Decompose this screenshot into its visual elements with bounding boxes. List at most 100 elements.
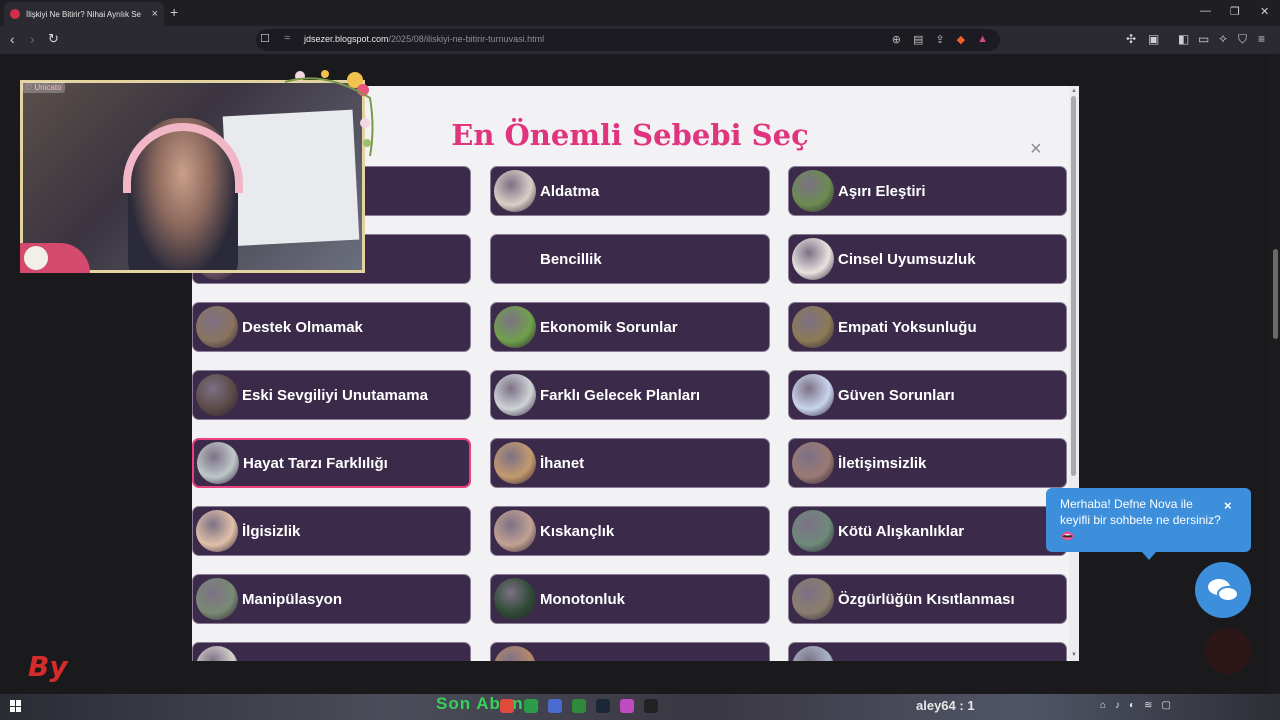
browser-toolbar: ‹ › ↻ ☐ ≈ jdsezer.blogspot.com/2025/08/i… <box>0 26 1280 54</box>
option-image <box>792 646 834 661</box>
option-image <box>494 238 536 280</box>
option-image <box>792 238 834 280</box>
page-scrollbar-thumb[interactable] <box>1273 249 1278 339</box>
option-button[interactable]: Aldatma <box>490 166 770 216</box>
option-image <box>792 510 834 552</box>
option-button[interactable]: Güven Sorunları <box>788 370 1067 420</box>
restore-icon[interactable]: ❐ <box>1230 5 1240 18</box>
obs-app-icon[interactable] <box>644 699 658 713</box>
sidebar-icon[interactable]: ◧ <box>1178 32 1189 46</box>
tray-network-icon[interactable]: ⌂ <box>1100 700 1106 711</box>
rewards-icon[interactable]: ▲ <box>977 33 988 46</box>
option-button[interactable]: Eski Sevgiliyi Unutamama <box>192 370 471 420</box>
extensions-icon[interactable]: ✣ <box>1126 32 1136 46</box>
option-button[interactable]: İlgisizlik <box>192 506 471 556</box>
option-image <box>792 578 834 620</box>
vpn-icon[interactable]: ⛉ <box>1238 32 1247 47</box>
option-button[interactable]: Kötü Alışkanlıklar <box>788 506 1067 556</box>
taskbar-apps <box>500 699 658 713</box>
tray-wifi-icon[interactable]: ≋ <box>1144 700 1152 711</box>
discord-app-icon[interactable] <box>548 699 562 713</box>
option-button[interactable]: Manipülasyon <box>192 574 471 624</box>
option-button[interactable]: Hayat Tarzı Farklılığı <box>192 438 471 488</box>
tray-speaker-icon[interactable]: ◐ <box>1129 700 1135 711</box>
xbox-app-icon[interactable] <box>572 699 586 713</box>
option-button[interactable]: Monotonluk <box>490 574 770 624</box>
instagram-app-icon[interactable] <box>620 699 634 713</box>
system-tray: ⌂ ♪ ◐ ≋ ▢ <box>1100 700 1171 711</box>
option-image <box>494 646 536 661</box>
modal-scrollbar-thumb[interactable] <box>1071 96 1076 476</box>
address-bar[interactable]: ☐ ≈ jdsezer.blogspot.com/2025/08/iliskiy… <box>256 29 1000 51</box>
bookmark-icon[interactable]: ☐ <box>260 32 270 45</box>
option-button[interactable]: Ekonomik Sorunlar <box>490 302 770 352</box>
zoom-icon[interactable]: ⊕ <box>892 33 901 46</box>
page-scrollbar[interactable] <box>1270 54 1280 694</box>
tray-notification-icon[interactable]: ▢ <box>1161 700 1170 711</box>
modal-scrollbar[interactable]: ▲ ▼ <box>1069 86 1079 661</box>
option-label: Güven Sorunları <box>838 386 955 404</box>
chat-message-text: Merhaba! Defne Nova ile keyifli bir sohb… <box>1060 497 1221 543</box>
brave-app-icon[interactable] <box>500 699 514 713</box>
site-info-icon[interactable]: ≈ <box>284 32 290 44</box>
back-icon[interactable]: ‹ <box>10 31 15 47</box>
share-icon[interactable]: ⇪ <box>935 33 944 46</box>
record-indicator <box>1205 628 1251 674</box>
option-button[interactable]: İletişimsizlik <box>788 438 1067 488</box>
option-button[interactable]: Aşırı Eleştiri <box>788 166 1067 216</box>
option-button[interactable]: Bencillik <box>490 234 770 284</box>
scroll-down-icon[interactable]: ▼ <box>1071 652 1077 658</box>
option-label: Monotonluk <box>540 590 625 608</box>
option-label: Aldatma <box>540 182 600 200</box>
reader-icon[interactable]: ▤ <box>913 33 923 46</box>
chat-launcher-button[interactable] <box>1195 562 1251 618</box>
option-image <box>792 442 834 484</box>
reload-icon[interactable]: ↻ <box>48 31 59 47</box>
option-button[interactable]: Özgürlüğün Kısıtlanması <box>788 574 1067 624</box>
minimize-icon[interactable]: — <box>1200 5 1211 17</box>
option-button[interactable]: Cinsel Uyumsuzluk <box>788 234 1067 284</box>
close-window-icon[interactable]: ✕ <box>1260 5 1269 18</box>
spotify-app-icon[interactable] <box>524 699 538 713</box>
option-image <box>494 510 536 552</box>
option-button[interactable] <box>788 642 1067 661</box>
option-button[interactable]: Farklı Gelecek Planları <box>490 370 770 420</box>
wallet-alt-icon[interactable]: ▭ <box>1198 32 1209 46</box>
taskbar-user-counter: aley64 : 1 <box>916 698 975 713</box>
new-tab-button[interactable]: + <box>170 4 178 20</box>
modal-close-icon[interactable]: × <box>1030 138 1042 161</box>
option-label: Özgürlüğün Kısıtlanması <box>838 590 1015 608</box>
option-label: Kötü Alışkanlıklar <box>838 522 965 540</box>
browser-tab[interactable]: İlişkiyi Ne Bitirir? Nihai Ayrılık Se × <box>4 2 164 26</box>
chat-close-icon[interactable]: × <box>1224 498 1232 513</box>
flowers-decoration <box>284 70 374 157</box>
option-image <box>196 306 238 348</box>
option-label: Cinsel Uyumsuzluk <box>838 250 976 268</box>
tray-mic-icon[interactable]: ♪ <box>1115 700 1120 711</box>
tab-bar: İlişkiyi Ne Bitirir? Nihai Ayrılık Se × … <box>0 0 1280 26</box>
option-button[interactable] <box>192 642 471 661</box>
brave-shield-icon[interactable]: ◆ <box>957 33 965 46</box>
chat-bubbles-icon <box>1208 579 1239 602</box>
option-button[interactable]: Destek Olmamak <box>192 302 471 352</box>
leo-ai-icon[interactable]: ✧ <box>1218 32 1228 46</box>
option-image <box>196 374 238 416</box>
option-label: Bencillik <box>540 250 602 268</box>
option-image <box>494 306 536 348</box>
option-button[interactable]: İhanet <box>490 438 770 488</box>
option-button[interactable]: Kıskançlık <box>490 506 770 556</box>
chat-message-bubble[interactable]: Merhaba! Defne Nova ile keyifli bir sohb… <box>1046 488 1251 560</box>
windows-start-icon[interactable] <box>10 700 22 712</box>
wallet-icon[interactable]: ▣ <box>1148 32 1159 46</box>
tab-close-icon[interactable]: × <box>152 8 158 20</box>
option-button[interactable] <box>490 642 770 661</box>
option-label: Eski Sevgiliyi Unutamama <box>242 386 428 404</box>
option-label: Aşırı Eleştiri <box>838 182 926 200</box>
scroll-up-icon[interactable]: ▲ <box>1071 88 1077 94</box>
option-image <box>197 442 239 484</box>
forward-icon[interactable]: › <box>30 31 35 47</box>
menu-icon[interactable]: ≡ <box>1258 32 1265 46</box>
site-favicon-icon <box>10 9 20 19</box>
option-button[interactable]: Empati Yoksunluğu <box>788 302 1067 352</box>
steam-app-icon[interactable] <box>596 699 610 713</box>
